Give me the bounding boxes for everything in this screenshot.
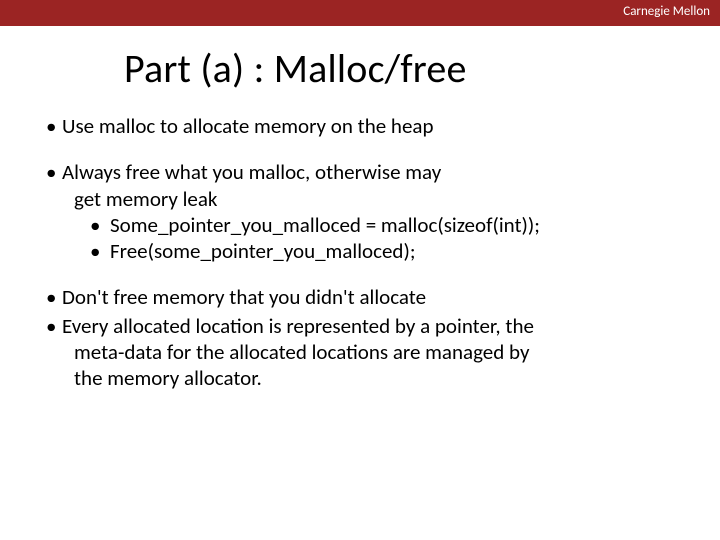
bullet-item: • Always free what you malloc, otherwise… [46, 159, 674, 264]
sub-bullet-item: • Free(some_pointer_you_malloced); [46, 238, 674, 264]
bullet-item: • Don't free memory that you didn't allo… [46, 284, 674, 310]
bullet-dot-icon: • [90, 212, 110, 238]
bullet-item: • Use malloc to allocate memory on the h… [46, 113, 674, 139]
bullet-text-continued: get memory leak [46, 186, 674, 212]
bullet-text: Use malloc to allocate memory on the hea… [62, 113, 674, 139]
bullet-dot-icon: • [90, 238, 110, 264]
bullet-text: Always free what you malloc, otherwise m… [62, 159, 674, 185]
bullet-text-continued: the memory allocator. [46, 365, 674, 391]
bullet-dot-icon: • [46, 313, 62, 339]
slide: Carnegie Mellon Part (a) : Malloc/free •… [0, 0, 720, 540]
sub-bullet-item: • Some_pointer_you_malloced = malloc(siz… [46, 212, 674, 238]
brand-label: Carnegie Mellon [623, 4, 710, 19]
bullet-dot-icon: • [46, 284, 62, 310]
bullet-dot-icon: • [46, 113, 62, 139]
bullet-text: Every allocated location is represented … [62, 313, 674, 339]
slide-content: • Use malloc to allocate memory on the h… [0, 113, 720, 391]
bullet-dot-icon: • [46, 159, 62, 185]
bullet-text-continued: meta-data for the allocated locations ar… [46, 339, 674, 365]
slide-title: Part (a) : Malloc/free [124, 44, 720, 93]
bullet-text: Don't free memory that you didn't alloca… [62, 284, 674, 310]
header-bar: Carnegie Mellon [0, 0, 720, 26]
bullet-item: • Every allocated location is represente… [46, 313, 674, 392]
sub-bullet-text: Some_pointer_you_malloced = malloc(sizeo… [110, 212, 674, 238]
sub-bullet-text: Free(some_pointer_you_malloced); [110, 238, 674, 264]
